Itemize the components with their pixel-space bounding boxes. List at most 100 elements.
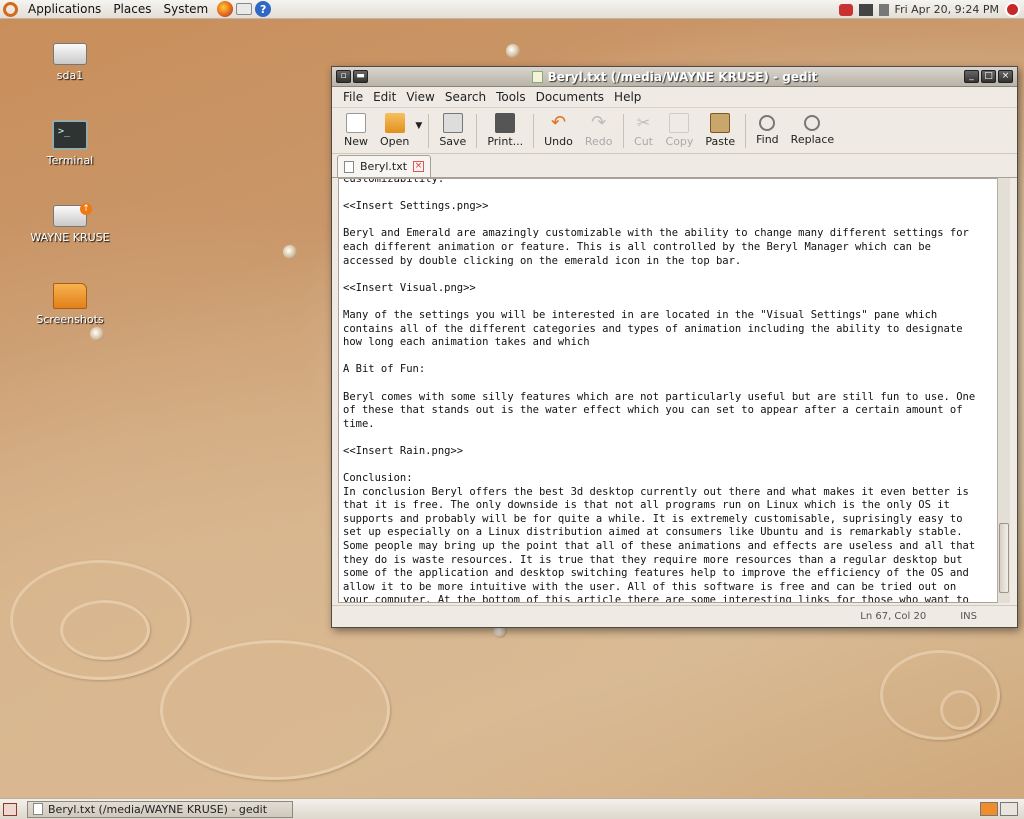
wallpaper-water-drop	[283, 245, 297, 259]
menu-edit[interactable]: Edit	[368, 90, 401, 104]
redo-button[interactable]: ↷ Redo	[579, 112, 619, 149]
tab-beryl-txt[interactable]: Beryl.txt ×	[337, 155, 432, 177]
find-label: Find	[756, 133, 779, 146]
gedit-window: ▫ ▬ Beryl.txt (/media/WAYNE KRUSE) - ged…	[331, 66, 1018, 628]
undo-icon: ↶	[550, 112, 567, 133]
redo-icon: ↷	[591, 112, 607, 133]
desktop-icon-label: sda1	[56, 69, 84, 82]
redo-label: Redo	[584, 135, 613, 148]
show-desktop-icon[interactable]	[3, 802, 17, 816]
toolbar-separator	[622, 113, 624, 148]
scissors-icon: ✂	[636, 113, 651, 132]
close-tab-icon[interactable]: ×	[413, 161, 425, 172]
desktop-icon-screenshots[interactable]: Screenshots	[30, 283, 110, 326]
document-icon	[344, 160, 354, 173]
insert-mode: INS	[960, 611, 977, 622]
print-button[interactable]: Print...	[481, 113, 529, 148]
copy-label: Copy	[665, 135, 694, 148]
open-button[interactable]: Open	[374, 113, 415, 148]
system-tray: Fri Apr 20, 9:24 PM	[838, 0, 1024, 19]
minimize-button[interactable]: _	[964, 70, 979, 83]
workspace-2[interactable]	[1000, 802, 1018, 816]
menubar: File Edit View Search Tools Documents He…	[332, 87, 1017, 108]
new-label: New	[344, 135, 368, 148]
menu-tools[interactable]: Tools	[491, 90, 531, 104]
find-replace-icon	[804, 115, 821, 131]
mail-icon[interactable]	[236, 3, 253, 15]
copy-button[interactable]: Copy	[660, 113, 700, 148]
cut-label: Cut	[634, 135, 653, 148]
wallpaper-swirl	[60, 600, 150, 660]
magnifier-icon	[759, 115, 776, 131]
top-panel: Applications Places System ? Fri Apr 20,…	[0, 0, 1024, 19]
document-text[interactable]: Customizability: <<Insert Settings.png>>…	[339, 179, 998, 602]
wallpaper-water-drop	[90, 327, 104, 341]
paste-label: Paste	[705, 135, 736, 148]
copy-icon	[669, 113, 690, 133]
clipboard-icon	[710, 113, 731, 133]
text-editor-area[interactable]: Customizability: <<Insert Settings.png>>…	[338, 178, 999, 603]
ubuntu-logo-icon[interactable]	[3, 1, 18, 17]
desktop-icon-label: Terminal	[46, 154, 94, 167]
replace-button[interactable]: Replace	[785, 115, 841, 146]
text-editor-icon	[33, 803, 43, 815]
statusbar: Ln 67, Col 20 INS	[332, 605, 1017, 627]
system-menu[interactable]: System	[157, 0, 214, 19]
maximize-button[interactable]: □	[981, 70, 996, 83]
menu-search[interactable]: Search	[440, 90, 491, 104]
drive-icon	[53, 43, 87, 65]
menu-view[interactable]: View	[401, 90, 439, 104]
wallpaper-swirl	[880, 650, 1000, 740]
workspace-1[interactable]	[980, 802, 998, 816]
toolbar-separator	[428, 113, 430, 148]
usb-badge-icon: ↑	[80, 203, 92, 215]
window-titlebar[interactable]: ▫ ▬ Beryl.txt (/media/WAYNE KRUSE) - ged…	[332, 67, 1017, 87]
power-icon[interactable]	[1005, 2, 1020, 17]
cursor-position: Ln 67, Col 20	[860, 611, 927, 622]
open-recent-dropdown-icon[interactable]: ▼	[415, 121, 422, 131]
workspace-switcher	[980, 802, 1018, 816]
undo-label: Undo	[544, 135, 573, 148]
new-button[interactable]: New	[338, 113, 374, 148]
toolbar: New Open ▼ Save Print... ↶ Undo ↷ Redo ✂	[332, 108, 1017, 154]
taskbar-label: Beryl.txt (/media/WAYNE KRUSE) - gedit	[48, 802, 268, 816]
new-document-icon	[346, 113, 366, 133]
vertical-scrollbar[interactable]	[997, 178, 1010, 603]
taskbar-button-gedit[interactable]: Beryl.txt (/media/WAYNE KRUSE) - gedit	[27, 800, 293, 818]
find-button[interactable]: Find	[750, 115, 785, 146]
undo-button[interactable]: ↶ Undo	[538, 112, 579, 149]
wallpaper-swirl	[160, 640, 390, 780]
menu-help[interactable]: Help	[609, 90, 646, 104]
open-label: Open	[380, 135, 410, 148]
volume-icon[interactable]	[878, 3, 889, 16]
text-editor-icon	[531, 70, 543, 83]
places-menu[interactable]: Places	[107, 0, 157, 19]
desktop-icon-sda1[interactable]: sda1	[30, 43, 110, 82]
paste-button[interactable]: Paste	[699, 113, 741, 148]
scrollbar-thumb[interactable]	[999, 523, 1009, 593]
close-button[interactable]: ×	[998, 70, 1013, 83]
printer-icon	[495, 113, 516, 133]
desktop-icon-terminal[interactable]: >_ Terminal	[30, 120, 110, 167]
desktop-icon-wayne-kruse[interactable]: ↑ WAYNE KRUSE	[30, 203, 110, 244]
window-menu-button[interactable]: ▫	[336, 70, 351, 83]
document-tabbar: Beryl.txt ×	[332, 154, 1017, 178]
shade-button[interactable]: ▬	[353, 70, 368, 83]
toolbar-separator	[476, 113, 478, 148]
tab-label: Beryl.txt	[360, 160, 408, 173]
desktop-icon-label: Screenshots	[36, 313, 104, 326]
replace-label: Replace	[790, 133, 835, 146]
menu-file[interactable]: File	[338, 90, 368, 104]
menu-documents[interactable]: Documents	[531, 90, 609, 104]
notification-icon[interactable]	[838, 3, 853, 16]
wallpaper-swirl	[940, 690, 980, 730]
desktop-icon-label: WAYNE KRUSE	[30, 231, 110, 244]
firefox-icon[interactable]	[217, 1, 234, 17]
help-icon[interactable]: ?	[255, 1, 272, 17]
network-icon[interactable]	[858, 3, 873, 16]
cut-button[interactable]: ✂ Cut	[628, 113, 660, 148]
applications-menu[interactable]: Applications	[22, 0, 107, 19]
clock[interactable]: Fri Apr 20, 9:24 PM	[895, 3, 999, 16]
save-button[interactable]: Save	[433, 113, 472, 148]
wallpaper-water-drop	[506, 44, 520, 58]
